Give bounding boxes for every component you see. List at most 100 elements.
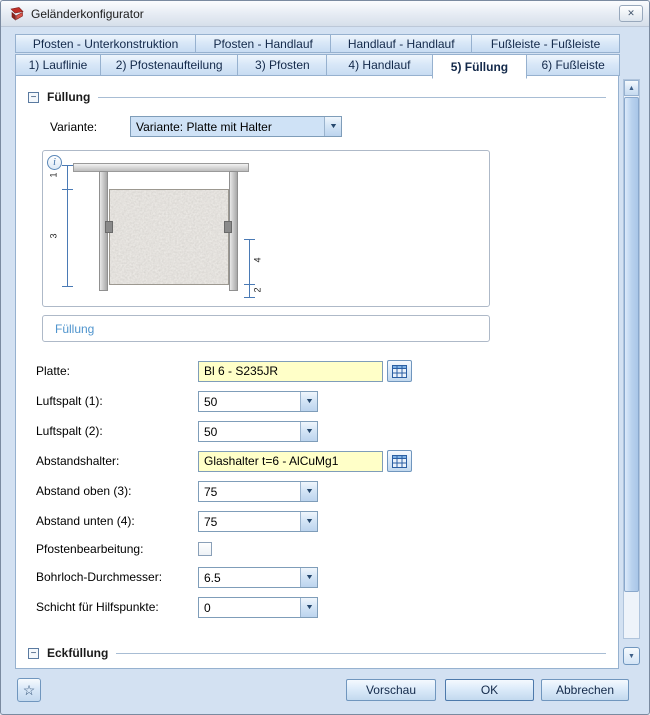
vertical-scrollbar[interactable]: ▲ bbox=[623, 79, 640, 639]
info-glyph: i bbox=[53, 157, 56, 168]
field-row-bohrloch: Bohrloch-Durchmesser: 6.5 ▼ bbox=[36, 562, 606, 592]
tab-label: 4) Handlauf bbox=[348, 58, 410, 72]
app-icon bbox=[9, 6, 25, 22]
abstandshalter-label: Abstandshalter: bbox=[36, 454, 198, 468]
dropdown-button[interactable]: ▼ bbox=[300, 598, 317, 617]
tab-pfosten[interactable]: 3) Pfosten bbox=[237, 54, 327, 76]
star-icon: ☆ bbox=[23, 682, 36, 699]
minus-icon: − bbox=[31, 648, 37, 659]
fields: Platte: Luftspalt (1): bbox=[36, 356, 606, 622]
dropdown-button[interactable]: ▼ bbox=[300, 422, 317, 441]
fuellung-group-header: − Füllung bbox=[28, 90, 606, 104]
tab-row-steps: 1) Lauflinie 2) Pfostenaufteilung 3) Pfo… bbox=[15, 54, 619, 76]
tab-pfosten-handlauf[interactable]: Pfosten - Handlauf bbox=[195, 34, 331, 53]
dimension-line-left bbox=[67, 165, 68, 287]
dim-tick bbox=[244, 284, 255, 285]
tab-row-connections: Pfosten - Unterkonstruktion Pfosten - Ha… bbox=[15, 34, 619, 53]
favorite-button[interactable]: ☆ bbox=[17, 678, 41, 702]
info-icon[interactable]: i bbox=[47, 155, 62, 170]
dropdown-button[interactable]: ▼ bbox=[324, 117, 341, 136]
dim-tick bbox=[244, 239, 255, 240]
abbrechen-button[interactable]: Abbrechen bbox=[541, 679, 629, 701]
tab-pfostenaufteilung[interactable]: 2) Pfostenaufteilung bbox=[100, 54, 239, 76]
chevron-down-icon: ▼ bbox=[304, 604, 313, 611]
fuellung-panel: − Füllung Variante: Variante: Platte mit… bbox=[15, 75, 619, 669]
pfostenbearbeitung-checkbox[interactable] bbox=[198, 542, 212, 556]
preview-glass-holder-right bbox=[224, 221, 232, 233]
group-rule bbox=[116, 653, 606, 654]
schicht-dropdown[interactable]: 0 ▼ bbox=[198, 597, 318, 618]
arrow-up-icon: ▲ bbox=[628, 85, 635, 92]
tab-fussleiste-fussleiste[interactable]: Fußleiste - Fußleiste bbox=[471, 34, 620, 53]
arrow-down-icon: ▼ bbox=[628, 653, 635, 660]
collapse-fuellung-button[interactable]: − bbox=[28, 92, 39, 103]
title-bar[interactable]: Geländerkonfigurator ✕ bbox=[1, 1, 649, 27]
tab-handlauf[interactable]: 4) Handlauf bbox=[326, 54, 432, 76]
abstand-oben-label: Abstand oben (3): bbox=[36, 484, 198, 498]
abstand-unten-label: Abstand unten (4): bbox=[36, 514, 198, 528]
preview-glass-holder-left bbox=[105, 221, 113, 233]
eckfuellung-group-title: Eckfüllung bbox=[47, 646, 108, 660]
tab-lauflinie[interactable]: 1) Lauflinie bbox=[15, 54, 101, 76]
ok-button[interactable]: OK bbox=[445, 679, 534, 701]
dim-label-1: 1 bbox=[49, 172, 59, 177]
variante-label: Variante: bbox=[50, 120, 130, 134]
dialog-window: Geländerkonfigurator ✕ Pfosten - Unterko… bbox=[0, 0, 650, 715]
bohrloch-dropdown[interactable]: 6.5 ▼ bbox=[198, 567, 318, 588]
abstand-unten-dropdown[interactable]: 75 ▼ bbox=[198, 511, 318, 532]
scroll-up-button[interactable]: ▲ bbox=[624, 80, 639, 96]
tab-label: Fußleiste - Fußleiste bbox=[491, 37, 600, 51]
preview-caption: Füllung bbox=[55, 322, 94, 336]
dim-tick bbox=[244, 297, 255, 298]
tab-fuellung[interactable]: 5) Füllung bbox=[432, 54, 528, 79]
tab-handlauf-handlauf[interactable]: Handlauf - Handlauf bbox=[330, 34, 472, 53]
abstand-oben-dropdown[interactable]: 75 ▼ bbox=[198, 481, 318, 502]
dropdown-button[interactable]: ▼ bbox=[300, 568, 317, 587]
abstandshalter-browse-button[interactable] bbox=[387, 450, 412, 472]
preview-image: i bbox=[42, 150, 490, 307]
chevron-down-icon: ▼ bbox=[328, 123, 337, 130]
close-button[interactable]: ✕ bbox=[619, 5, 643, 22]
tab-pfosten-unterkonstruktion[interactable]: Pfosten - Unterkonstruktion bbox=[15, 34, 196, 53]
abstand-oben-value: 75 bbox=[199, 482, 300, 501]
scrollbar-thumb[interactable] bbox=[624, 97, 639, 592]
dropdown-button[interactable]: ▼ bbox=[300, 512, 317, 531]
variante-dropdown[interactable]: Variante: Platte mit Halter ▼ bbox=[130, 116, 342, 137]
tab-label: 1) Lauflinie bbox=[29, 58, 88, 72]
chevron-down-icon: ▼ bbox=[304, 574, 313, 581]
scroll-down-button[interactable]: ▼ bbox=[623, 647, 640, 665]
eckfuellung-group-header: − Eckfüllung bbox=[28, 646, 606, 660]
fuellung-group-title: Füllung bbox=[47, 90, 90, 104]
chevron-down-icon: ▼ bbox=[304, 428, 313, 435]
pfostenbearbeitung-label: Pfostenbearbeitung: bbox=[36, 542, 198, 556]
field-row-platte: Platte: bbox=[36, 356, 606, 386]
variante-row: Variante: Variante: Platte mit Halter ▼ bbox=[50, 116, 606, 137]
tab-label: 5) Füllung bbox=[451, 60, 508, 74]
dim-label-4: 4 bbox=[253, 257, 263, 262]
field-row-abstand-oben: Abstand oben (3): 75 ▼ bbox=[36, 476, 606, 506]
platte-input[interactable] bbox=[198, 361, 383, 382]
table-icon bbox=[392, 455, 407, 468]
preview-caption-box: Füllung bbox=[42, 315, 490, 342]
dropdown-button[interactable]: ▼ bbox=[300, 392, 317, 411]
luftspalt2-label: Luftspalt (2): bbox=[36, 424, 198, 438]
luftspalt2-dropdown[interactable]: 50 ▼ bbox=[198, 421, 318, 442]
collapse-eckfuellung-button[interactable]: − bbox=[28, 648, 39, 659]
dropdown-button[interactable]: ▼ bbox=[300, 482, 317, 501]
abstandshalter-input[interactable] bbox=[198, 451, 383, 472]
vorschau-button[interactable]: Vorschau bbox=[346, 679, 436, 701]
tab-label: 3) Pfosten bbox=[255, 58, 310, 72]
field-row-abstandshalter: Abstandshalter: bbox=[36, 446, 606, 476]
dim-label-2: 2 bbox=[253, 287, 263, 292]
tab-label: 2) Pfostenaufteilung bbox=[116, 58, 223, 72]
tab-fussleiste[interactable]: 6) Fußleiste bbox=[526, 54, 620, 76]
preview-infill-panel bbox=[109, 189, 229, 285]
bohrloch-value: 6.5 bbox=[199, 568, 300, 587]
dim-tick bbox=[62, 165, 73, 166]
dim-label-3: 3 bbox=[49, 233, 59, 238]
group-rule bbox=[98, 97, 606, 98]
platte-browse-button[interactable] bbox=[387, 360, 412, 382]
luftspalt1-dropdown[interactable]: 50 ▼ bbox=[198, 391, 318, 412]
table-icon bbox=[392, 365, 407, 378]
dimension-line-right bbox=[249, 239, 250, 297]
